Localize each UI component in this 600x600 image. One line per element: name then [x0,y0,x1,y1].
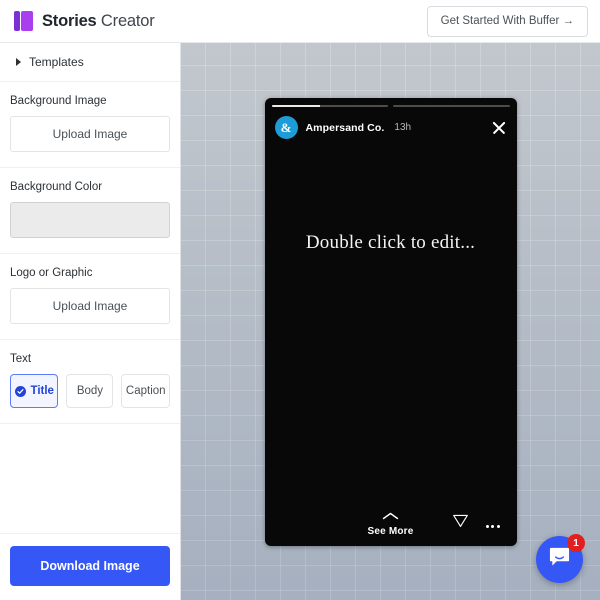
body-wrapper: Templates Background Image Upload Image … [0,43,600,600]
chat-launcher-button[interactable]: 1 [536,534,585,583]
page-title-bold: Stories [42,11,97,30]
stories-logo-icon [14,11,33,31]
background-image-upload-button[interactable]: Upload Image [10,116,170,152]
logo-or-graphic-label: Logo or Graphic [10,267,93,279]
close-icon[interactable] [491,120,507,136]
logo-or-graphic-section: Logo or Graphic Upload Image [0,254,180,340]
story-progress-bars [265,98,517,107]
see-more-button[interactable]: See More [265,507,517,537]
background-color-swatch[interactable] [10,202,170,238]
text-style-title-button[interactable]: Title [10,374,59,408]
caret-right-icon [16,58,21,66]
story-preview-card[interactable]: & Ampersand Co. 13h Double click to edit… [264,97,517,546]
send-icon[interactable] [452,512,469,534]
story-username: Ampersand Co. [305,121,385,134]
download-image-button[interactable]: Download Image [10,546,170,586]
story-editable-text[interactable]: Double click to edit... [306,232,475,254]
check-circle-icon [14,385,26,397]
canvas-area[interactable]: & Ampersand Co. 13h Double click to edit… [181,43,600,600]
avatar: & [274,116,298,139]
logo-upload-button[interactable]: Upload Image [10,288,170,324]
sidebar-spacer [0,424,180,534]
chat-bubble-icon [548,546,571,573]
story-header: & Ampersand Co. 13h [265,107,517,139]
background-image-label: Background Image [10,95,107,107]
story-timestamp: 13h [394,122,412,133]
brand: Stories Creator [14,11,155,31]
text-style-title-label: Title [30,385,54,397]
get-started-button[interactable]: Get Started With Buffer → [426,5,588,37]
sidebar-item-templates[interactable]: Templates [0,43,180,82]
background-color-label: Background Color [10,181,103,193]
chat-unread-badge: 1 [567,534,585,552]
text-style-caption-button[interactable]: Caption [121,374,170,408]
page-title-light: Creator [96,11,155,30]
sidebar: Templates Background Image Upload Image … [0,43,181,600]
text-style-body-button[interactable]: Body [66,374,114,408]
templates-label: Templates [29,55,84,69]
background-image-section: Background Image Upload Image [0,82,180,168]
sidebar-footer: Download Image [0,534,180,600]
see-more-label: See More [367,525,414,537]
chevron-up-icon [382,507,399,525]
more-horizontal-icon[interactable] [485,524,500,528]
page-title: Stories Creator [42,12,155,31]
stories-creator-app: Stories Creator Get Started With Buffer … [0,0,600,600]
background-color-section: Background Color [0,168,180,254]
text-style-group: Title Body Caption [10,374,170,408]
app-header: Stories Creator Get Started With Buffer … [0,0,600,43]
story-body[interactable]: Double click to edit... [265,139,517,504]
story-footer: See More [265,504,517,546]
text-section: Text Title Body Caption [0,340,180,424]
text-label: Text [10,353,32,365]
